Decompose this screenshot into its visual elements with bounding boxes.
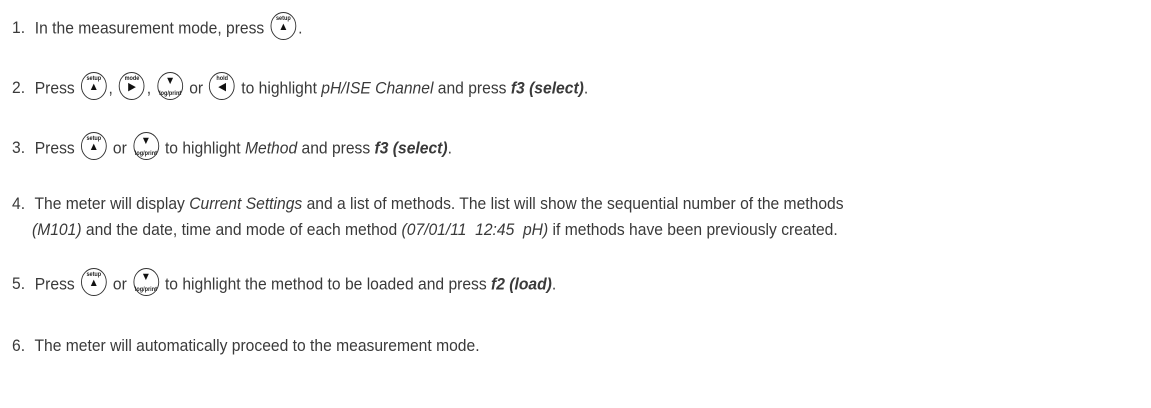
step-text: and a list of methods. The list will sho…: [306, 194, 844, 213]
step-number: 3.: [12, 138, 26, 158]
step-text: .: [583, 78, 589, 98]
step-number: 4.: [12, 194, 26, 213]
step-1: 1. In the measurement mode, press setup …: [12, 11, 1056, 44]
step-text: Press: [34, 274, 75, 294]
softkey-text: f3 (select): [510, 78, 584, 98]
step-text: In the measurement mode, press: [34, 18, 265, 38]
or-text: or: [112, 138, 127, 158]
setup-key-icon: setup ▲: [80, 267, 108, 297]
step-text: and the date, time and mode of each meth…: [85, 220, 398, 239]
or-text: or: [112, 274, 127, 294]
emphasis-text: Method: [244, 138, 298, 158]
step-text: The meter will display: [34, 194, 185, 213]
step-text: The meter will automatically proceed to …: [34, 336, 480, 355]
softkey-text: f2 (load): [491, 274, 552, 294]
log-print-key-icon: ▼ log/print: [132, 267, 160, 297]
step-text: Press: [34, 78, 75, 98]
separator: ,: [146, 78, 152, 98]
step-number: 1.: [12, 18, 26, 38]
step-number: 6.: [12, 336, 26, 355]
setup-key-icon: setup ▲: [270, 11, 298, 41]
emphasis-text: (07/01/11 12:45 pH): [401, 220, 549, 239]
hold-key-icon: hold ◀: [208, 71, 236, 101]
step-text: and press: [437, 78, 507, 98]
log-print-key-icon: ▼ log/print: [132, 131, 160, 161]
setup-key-icon: setup ▲: [80, 71, 108, 101]
step-5: 5. Press setup ▲ or ▼ log/print to highl…: [12, 267, 1056, 300]
step-text: .: [447, 138, 452, 158]
step-2: 2. Press setup ▲ , mode ▶ , ▼ log/print …: [12, 71, 1056, 104]
step-text: to highlight the method to be loaded and…: [164, 274, 487, 294]
step-text: to highlight: [241, 78, 317, 98]
step-4-continuation: (M101) and the date, time and mode of ea…: [32, 220, 838, 240]
step-number: 5.: [12, 274, 26, 294]
emphasis-text: (M101): [32, 220, 82, 239]
step-text: if methods have been previously created.: [552, 220, 838, 239]
emphasis-text: Current Settings: [189, 194, 303, 213]
step-text: and press: [301, 138, 371, 158]
softkey-text: f3 (select): [374, 138, 448, 158]
or-text: or: [189, 78, 204, 98]
step-6: 6. The meter will automatically proceed …: [12, 336, 1056, 356]
setup-key-icon: setup ▲: [80, 131, 108, 161]
step-number: 2.: [12, 78, 26, 98]
step-4: 4. The meter will display Current Settin…: [12, 194, 1056, 214]
mode-key-icon: mode ▶: [118, 71, 146, 101]
step-3: 3. Press setup ▲ or ▼ log/print to highl…: [12, 131, 1056, 164]
separator: ,: [108, 78, 113, 98]
log-print-key-icon: ▼ log/print: [156, 71, 184, 101]
instruction-document: 1. In the measurement mode, press setup …: [0, 0, 1151, 408]
emphasis-text: pH/ISE Channel: [321, 78, 434, 98]
step-text: Press: [34, 138, 75, 158]
step-text: .: [298, 18, 303, 38]
step-text: .: [551, 274, 557, 294]
step-text: to highlight: [164, 138, 241, 158]
